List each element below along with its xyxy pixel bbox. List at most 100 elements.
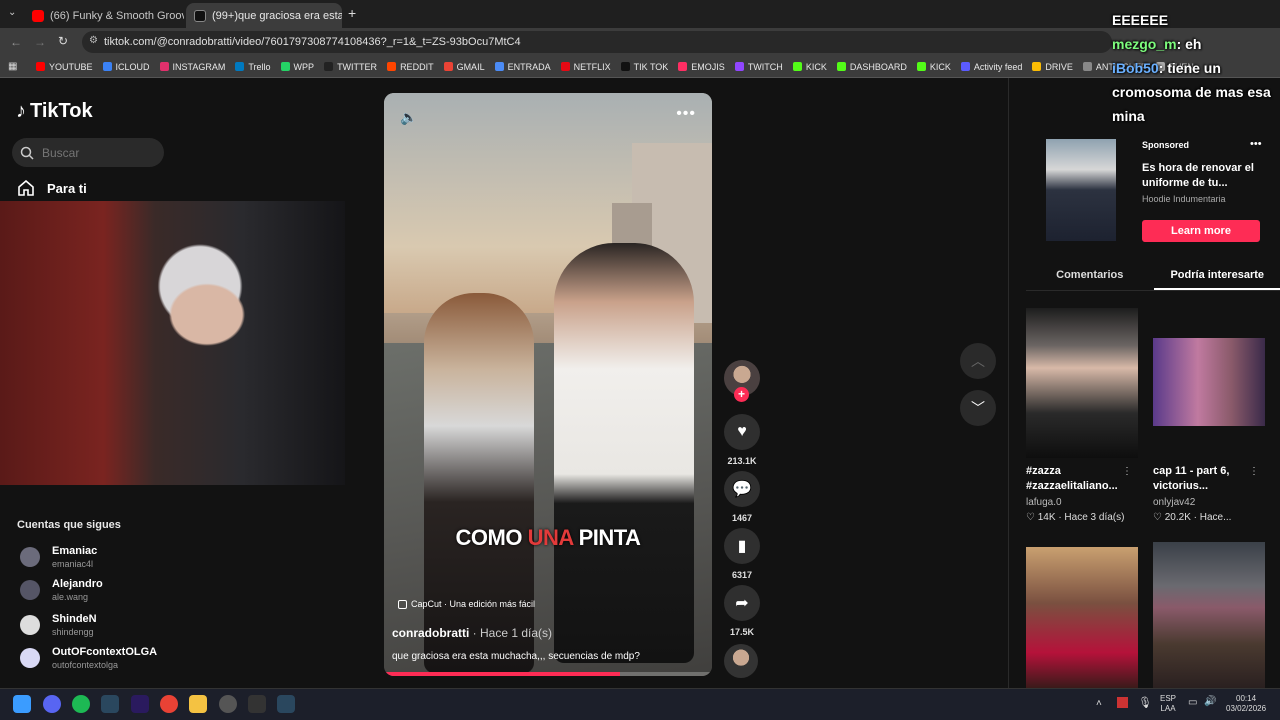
save-action[interactable]: ▮ 6317: [724, 528, 760, 580]
bookmark-item[interactable]: ENTRADA: [494, 62, 551, 72]
suggested-video[interactable]: cap 11 - part 6, victorius... onlyjav42 …: [1153, 308, 1265, 523]
bookmark-favicon-icon: [1082, 62, 1092, 71]
right-panel: Sponsored ••• Es hora de renovar el unif…: [1008, 78, 1280, 688]
more-vertical-icon[interactable]: ⋮: [1249, 466, 1259, 477]
bookmark-item[interactable]: GMAIL: [443, 62, 485, 72]
suggested-video[interactable]: [1153, 542, 1265, 688]
share-icon[interactable]: ➦: [724, 585, 760, 621]
bookmark-item[interactable]: NETFLIX: [560, 62, 611, 72]
following-account[interactable]: Emaniac emaniac4l: [20, 545, 97, 569]
microphone-icon[interactable]: 🎙: [1138, 696, 1152, 709]
tiktok-note-icon: ♪: [16, 100, 26, 122]
bookmark-item[interactable]: Activity feed: [960, 62, 1022, 72]
search-input[interactable]: [42, 145, 152, 160]
previous-video-button[interactable]: ︿: [960, 343, 996, 379]
bookmark-item[interactable]: KICK: [916, 62, 951, 72]
apps-grid-icon[interactable]: ▦: [8, 61, 17, 72]
bookmark-item[interactable]: YOUTUBE: [36, 62, 93, 72]
avatar: [20, 615, 40, 635]
chrome-icon[interactable]: [160, 695, 178, 713]
bookmark-item[interactable]: TWITCH: [734, 62, 783, 72]
more-vertical-icon[interactable]: ⋮: [1122, 466, 1132, 477]
follow-plus-icon[interactable]: +: [734, 387, 749, 402]
site-info-icon[interactable]: ⚙: [89, 35, 98, 46]
bookmark-item[interactable]: REDDIT: [387, 62, 434, 72]
windows-start-icon[interactable]: [13, 695, 31, 713]
tab-label: (66) Funky & Smooth Groovy D: [50, 9, 184, 22]
following-account[interactable]: Alejandro ale.wang: [20, 578, 103, 602]
bookmark-item[interactable]: TWITTER: [324, 62, 377, 72]
steam-icon[interactable]: [277, 695, 295, 713]
tray-app-icon[interactable]: [1117, 697, 1128, 708]
tab-suggestions[interactable]: Podría interesarte: [1153, 261, 1280, 290]
video-thumbnail[interactable]: [1153, 542, 1265, 688]
reload-icon[interactable]: ↻: [58, 34, 68, 48]
video-user[interactable]: onlyjav42: [1153, 497, 1265, 508]
volume-icon[interactable]: 🔈: [400, 109, 417, 126]
premiere-icon[interactable]: [131, 695, 149, 713]
ad-thumbnail[interactable]: [1046, 139, 1116, 241]
author-name[interactable]: conradobratti: [392, 626, 469, 640]
like-action[interactable]: ♥ 213.1K: [724, 414, 760, 466]
tab-comments[interactable]: Comentarios: [1026, 261, 1154, 290]
learn-more-button[interactable]: Learn more: [1142, 220, 1260, 242]
bookmark-item[interactable]: WPP: [280, 62, 314, 72]
steam-icon[interactable]: [101, 695, 119, 713]
bookmark-item[interactable]: DASHBOARD: [836, 62, 907, 72]
following-account[interactable]: ShindeN shindengg: [20, 613, 97, 637]
bookmark-item[interactable]: EMOJIS: [678, 62, 725, 72]
chat-message: EEEEEE: [1112, 12, 1169, 28]
more-options-icon[interactable]: •••: [676, 105, 696, 123]
language-indicator[interactable]: ESP LAA: [1160, 694, 1176, 714]
spotify-icon[interactable]: [72, 695, 90, 713]
comment-icon[interactable]: 💬: [724, 471, 760, 507]
video-thumbnail[interactable]: [1153, 338, 1265, 426]
suggested-video[interactable]: [1026, 547, 1138, 688]
ad-more-icon[interactable]: •••: [1250, 138, 1262, 150]
bookmark-item[interactable]: KICK: [792, 62, 827, 72]
share-action[interactable]: ➦ 17.5K: [724, 585, 760, 637]
next-video-button[interactable]: ﹀: [960, 390, 996, 426]
bookmark-item[interactable]: ICLOUD: [102, 62, 150, 72]
tab-list-icon[interactable]: ⌄: [8, 7, 16, 18]
video-progress-bar[interactable]: [384, 672, 712, 676]
video-thumbnail[interactable]: [1026, 308, 1138, 458]
bookmark-item[interactable]: INSTAGRAM: [159, 62, 225, 72]
url-field[interactable]: ⚙ tiktok.com/@conradobratti/video/760179…: [82, 31, 1112, 53]
bookmark-item[interactable]: Trello: [235, 62, 271, 72]
volume-icon[interactable]: 🔊: [1204, 696, 1216, 707]
nav-for-you[interactable]: Para ti: [17, 180, 87, 196]
video-user[interactable]: lafuga.0: [1026, 497, 1138, 508]
bookmark-item[interactable]: DRIVE: [1032, 62, 1073, 72]
tiktok-page: ♪ TikTok Para ti Cuentas que sigues Eman…: [0, 78, 1280, 688]
back-icon[interactable]: ←: [10, 35, 22, 49]
url-text: tiktok.com/@conradobratti/video/76017973…: [104, 36, 521, 48]
new-tab-icon[interactable]: +: [348, 5, 356, 21]
video-player[interactable]: 🔈 ••• COMO UNA PINTA CapCut · Una edició…: [384, 93, 712, 676]
file-explorer-icon[interactable]: [189, 695, 207, 713]
comment-action[interactable]: 💬 1467: [724, 471, 760, 523]
obs-icon[interactable]: [248, 695, 266, 713]
tab-tiktok[interactable]: (99+)que graciosa era esta ✕: [186, 3, 342, 28]
search-bar[interactable]: [12, 138, 164, 167]
bookmark-icon[interactable]: ▮: [724, 528, 760, 564]
tray-chevron-up-icon[interactable]: ˄: [1096, 698, 1102, 709]
discord-icon[interactable]: [43, 695, 61, 713]
suggested-video[interactable]: #zazza #zazzaelitaliano... lafuga.0 ♡ 14…: [1026, 308, 1138, 523]
lang-code: ESP: [1160, 694, 1177, 703]
bookmark-favicon-icon: [1032, 62, 1042, 71]
clock[interactable]: 00:14 03/02/2026: [1226, 694, 1266, 714]
tab-youtube[interactable]: (66) Funky & Smooth Groovy D ✕: [24, 3, 184, 28]
bookmark-item[interactable]: TIK TOK: [620, 62, 668, 72]
capcut-tag[interactable]: CapCut · Una edición más fácil: [398, 599, 535, 609]
video-author[interactable]: conradobratti · Hace 1 día(s): [392, 626, 552, 640]
forward-icon[interactable]: →: [34, 35, 46, 49]
tab-label: (99+)que graciosa era esta: [212, 9, 342, 22]
heart-icon[interactable]: ♥: [724, 414, 760, 450]
following-account[interactable]: OutOFcontextOLGA outofcontextolga: [20, 646, 157, 670]
app-icon[interactable]: [219, 695, 237, 713]
network-icon[interactable]: ▭: [1188, 697, 1197, 708]
music-disc[interactable]: [724, 644, 758, 678]
tiktok-logo[interactable]: ♪ TikTok: [16, 100, 93, 123]
video-thumbnail[interactable]: [1026, 547, 1138, 688]
